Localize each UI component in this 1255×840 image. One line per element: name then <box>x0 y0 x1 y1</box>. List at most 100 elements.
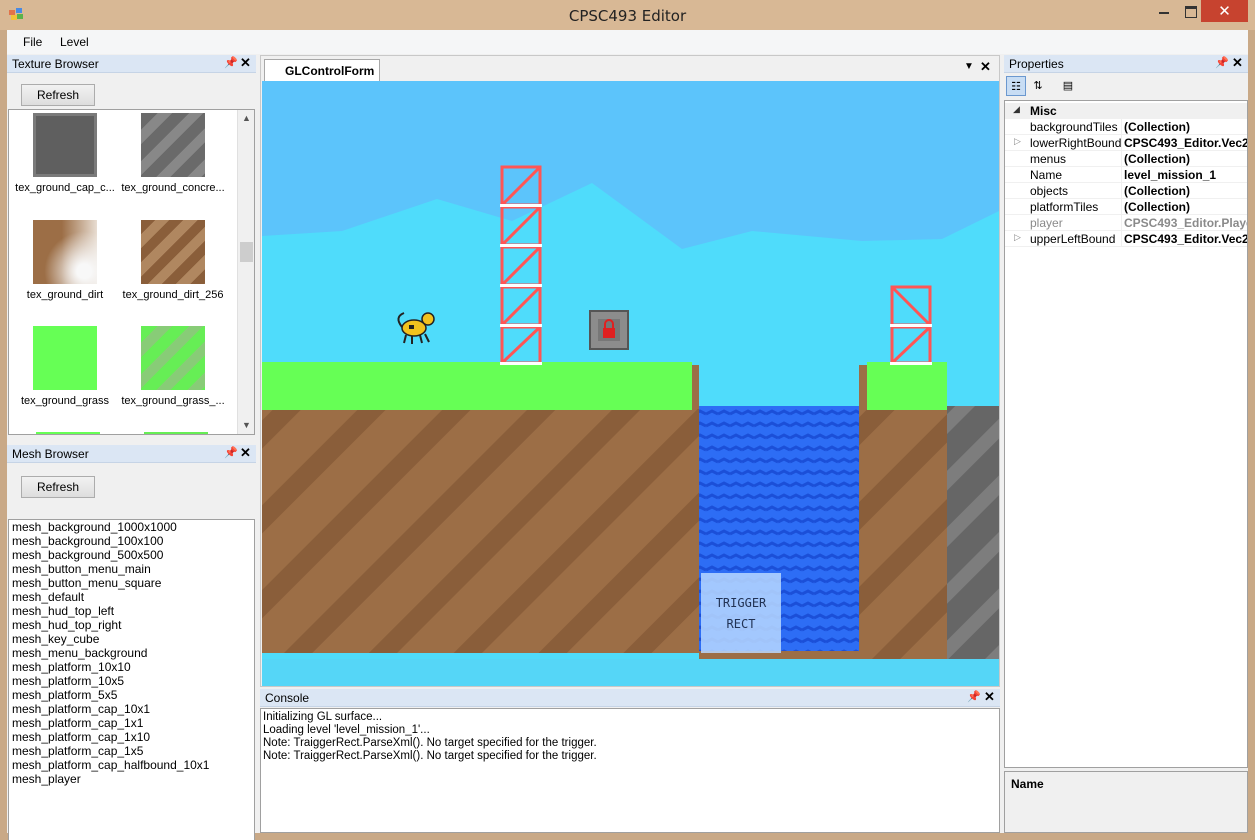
dirt-edge-right <box>859 365 867 409</box>
window-titlebar: CPSC493 Editor ✕ <box>0 0 1255 30</box>
mesh-list-item[interactable]: mesh_background_100x100 <box>9 534 254 548</box>
property-row[interactable]: player CPSC493_Editor.Player <box>1005 215 1247 231</box>
scroll-thumb[interactable] <box>240 242 253 262</box>
close-icon[interactable]: ✕ <box>984 689 995 705</box>
property-row[interactable]: objects (Collection) <box>1005 183 1247 199</box>
property-value[interactable]: level_mission_1 <box>1124 168 1247 182</box>
mesh-list-item[interactable]: mesh_button_menu_square <box>9 576 254 590</box>
property-row[interactable]: menus (Collection) <box>1005 151 1247 167</box>
expand-icon[interactable]: ▷ <box>1014 232 1021 243</box>
column-divider[interactable] <box>1121 231 1122 247</box>
chevron-down-icon[interactable]: ▼ <box>964 61 974 72</box>
texture-item[interactable]: tex_ground_concre... <box>120 113 226 194</box>
menu-bar: File Level <box>7 30 1248 54</box>
texture-label: tex_ground_grass <box>20 395 110 407</box>
close-icon[interactable]: ✕ <box>240 55 251 71</box>
texture-list-scrollbar[interactable]: ▲ ▼ <box>237 110 254 434</box>
pin-icon[interactable]: 📌 <box>224 56 238 69</box>
property-value[interactable]: CPSC493_Editor.Vec2 <box>1124 232 1247 246</box>
menu-file[interactable]: File <box>23 35 42 49</box>
expand-icon[interactable]: ▷ <box>1014 136 1021 147</box>
property-value[interactable]: (Collection) <box>1124 120 1247 134</box>
dirt-block-left <box>262 408 699 653</box>
texture-item[interactable]: tex_ground_dirt <box>12 220 118 301</box>
mesh-list-item[interactable]: mesh_key_cube <box>9 632 254 646</box>
sort-alphabetical-icon[interactable]: ⇅ <box>1028 76 1048 96</box>
category-row[interactable]: ◢ Misc <box>1005 103 1247 119</box>
mesh-list-item[interactable]: mesh_platform_cap_1x1 <box>9 716 254 730</box>
concrete-cap-texture-icon <box>33 113 97 177</box>
texture-item[interactable]: tex_ground_dirt_256 <box>120 220 226 301</box>
property-name: player <box>1030 216 1063 230</box>
property-value[interactable]: (Collection) <box>1124 152 1247 166</box>
categorized-icon[interactable]: ☷ <box>1006 76 1026 96</box>
column-divider[interactable] <box>1121 167 1122 183</box>
mesh-list-item[interactable]: mesh_background_1000x1000 <box>9 520 254 534</box>
column-divider[interactable] <box>1121 119 1122 135</box>
close-icon[interactable]: ✕ <box>240 445 251 461</box>
game-viewport[interactable]: TRIGGER RECT <box>262 81 999 686</box>
scroll-up-icon[interactable]: ▲ <box>238 110 254 127</box>
property-value[interactable]: CPSC493_Editor.Vec2 <box>1124 136 1247 150</box>
mesh-list-item[interactable]: mesh_button_menu_main <box>9 562 254 576</box>
menu-level[interactable]: Level <box>60 35 89 49</box>
description-pane: Name <box>1004 771 1248 833</box>
texture-item[interactable]: tex_ground_grass <box>12 326 118 407</box>
mesh-refresh-button[interactable]: Refresh <box>21 476 95 498</box>
mesh-list-item[interactable]: mesh_player <box>9 772 254 786</box>
mesh-list-item[interactable]: mesh_default <box>9 590 254 604</box>
mesh-list-item[interactable]: mesh_hud_top_left <box>9 604 254 618</box>
texture-browser-title: Texture Browser <box>12 57 99 71</box>
property-value[interactable]: (Collection) <box>1124 184 1247 198</box>
column-divider[interactable] <box>1121 183 1122 199</box>
trigger-label: RECT <box>727 617 756 631</box>
property-name: upperLeftBound <box>1030 232 1116 246</box>
properties-title: Properties <box>1009 57 1064 71</box>
texture-item[interactable]: tex_ground_grass_... <box>120 326 226 407</box>
property-row[interactable]: backgroundTiles (Collection) <box>1005 119 1247 135</box>
locked-crate <box>589 310 629 350</box>
column-divider[interactable] <box>1121 199 1122 215</box>
pin-icon[interactable]: 📌 <box>1215 56 1229 69</box>
mesh-list-item[interactable]: mesh_platform_cap_1x5 <box>9 744 254 758</box>
mesh-list-item[interactable]: mesh_platform_cap_1x10 <box>9 730 254 744</box>
grass-top-right <box>867 362 947 410</box>
mesh-list[interactable]: mesh_background_1000x1000 mesh_background… <box>8 519 255 840</box>
mesh-list-item[interactable]: mesh_platform_10x5 <box>9 674 254 688</box>
property-pages-icon[interactable]: ▤ <box>1058 76 1078 96</box>
property-value[interactable]: CPSC493_Editor.Player <box>1124 216 1247 230</box>
column-divider[interactable] <box>1121 215 1122 231</box>
property-row[interactable]: ▷ upperLeftBound CPSC493_Editor.Vec2 <box>1005 231 1247 247</box>
property-row[interactable]: Name level_mission_1 <box>1005 167 1247 183</box>
pin-icon[interactable]: 📌 <box>224 446 238 459</box>
mesh-list-item[interactable]: mesh_platform_10x10 <box>9 660 254 674</box>
property-row[interactable]: platformTiles (Collection) <box>1005 199 1247 215</box>
texture-refresh-button[interactable]: Refresh <box>21 84 95 106</box>
close-button[interactable]: ✕ <box>1201 0 1248 22</box>
mesh-list-item[interactable]: mesh_platform_cap_halfbound_10x1 <box>9 758 254 772</box>
column-divider[interactable] <box>1121 135 1122 151</box>
texture-browser-panel: Texture Browser 📌 ✕ Refresh tex_ground_c… <box>7 55 256 440</box>
property-grid[interactable]: ◢ Misc backgroundTiles (Collection) ▷ lower… <box>1004 100 1248 768</box>
dirt-block-right <box>859 408 947 659</box>
tab-glcontrolform[interactable]: GLControlForm <box>264 59 380 81</box>
collapse-icon[interactable]: ◢ <box>1013 104 1020 115</box>
property-row[interactable]: ▷ lowerRightBound CPSC493_Editor.Vec2 <box>1005 135 1247 151</box>
property-value[interactable]: (Collection) <box>1124 200 1247 214</box>
window-title: CPSC493 Editor <box>568 7 687 25</box>
mesh-list-item[interactable]: mesh_hud_top_right <box>9 618 254 632</box>
pin-icon[interactable]: 📌 <box>967 690 981 703</box>
mesh-list-item[interactable]: mesh_platform_5x5 <box>9 688 254 702</box>
console-output[interactable]: Initializing GL surface... Loading level … <box>260 708 1000 833</box>
mesh-list-item[interactable]: mesh_background_500x500 <box>9 548 254 562</box>
column-divider[interactable] <box>1121 151 1122 167</box>
texture-item[interactable]: tex_ground_cap_c... <box>12 113 118 194</box>
texture-list[interactable]: tex_ground_cap_c... tex_ground_concre...… <box>8 109 255 435</box>
close-icon[interactable]: ✕ <box>1232 55 1243 71</box>
mesh-list-item[interactable]: mesh_menu_background <box>9 646 254 660</box>
scroll-down-icon[interactable]: ▼ <box>238 417 254 434</box>
water-strip <box>262 659 999 686</box>
dirt-striped-texture-icon <box>141 220 205 284</box>
close-icon[interactable]: ✕ <box>980 59 991 75</box>
mesh-list-item[interactable]: mesh_platform_cap_10x1 <box>9 702 254 716</box>
